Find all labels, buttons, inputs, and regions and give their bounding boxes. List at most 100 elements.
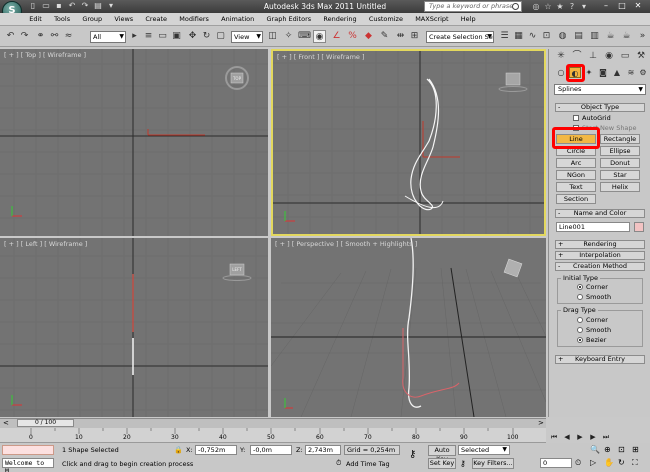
menu-animation[interactable]: Animation <box>216 13 259 26</box>
menu-edit[interactable]: Edit <box>24 13 47 26</box>
layer-manager-icon[interactable]: ☰ <box>498 30 511 43</box>
hierarchy-tab-icon[interactable]: ⊥ <box>587 50 599 62</box>
viewcube-top[interactable]: TOP <box>232 76 242 81</box>
select-object-icon[interactable]: ▸ <box>128 30 141 43</box>
redo-icon[interactable]: ↷ <box>18 30 31 43</box>
menu-customize[interactable]: Customize <box>364 13 408 26</box>
mirror-icon[interactable]: ⇹ <box>394 30 407 43</box>
go-to-end-icon[interactable]: ⏭ <box>600 432 612 443</box>
chevron-left-icon[interactable]: < <box>3 419 9 427</box>
maxscript-mini-listener[interactable]: Welcome to M. <box>2 458 54 472</box>
rendering-rollout[interactable]: + Rendering <box>555 240 645 249</box>
drag-smooth-radio[interactable]: Smooth <box>577 326 611 334</box>
maxscript-listener-pink[interactable] <box>2 445 54 455</box>
undo-icon[interactable]: ↶ <box>67 1 77 11</box>
z-coordinate-input[interactable]: 2,743m <box>305 445 341 455</box>
angle-snap-icon[interactable]: ∠ <box>330 30 343 43</box>
track-bar[interactable]: 0 10 20 30 40 50 60 70 80 90 100 <box>0 428 546 443</box>
menu-views[interactable]: Views <box>109 13 138 26</box>
keyboard-shortcut-override-icon[interactable]: ⌨ <box>298 30 311 43</box>
current-frame-input[interactable]: 0 <box>540 458 572 468</box>
helix-button[interactable]: Helix <box>600 182 640 192</box>
display-tab-icon[interactable]: ▭ <box>619 50 631 62</box>
create-tab-icon[interactable]: ✳ <box>555 50 567 62</box>
object-name-input[interactable]: Line001 <box>556 222 630 232</box>
menu-create[interactable]: Create <box>140 13 172 26</box>
dropdown-arrow-icon[interactable]: ▾ <box>106 1 116 11</box>
initial-smooth-radio[interactable]: Smooth <box>577 293 611 301</box>
modify-tab-icon[interactable]: ⌒ <box>571 50 583 62</box>
viewport-left[interactable]: [ + ] [ Left ] [ Wireframe ] LEFT <box>0 238 268 417</box>
rendered-frame-window-icon[interactable]: ▥ <box>588 30 601 43</box>
key-filters-button[interactable]: Key Filters... <box>472 458 514 469</box>
viewport-front[interactable]: [ + ] [ Front ] [ Wireframe ] <box>271 49 546 236</box>
menu-group[interactable]: Group <box>77 13 107 26</box>
ngon-button[interactable]: NGon <box>556 170 596 180</box>
menu-rendering[interactable]: Rendering <box>318 13 361 26</box>
project-folder-icon[interactable]: ▤ <box>93 1 103 11</box>
creation-method-rollout[interactable]: - Creation Method <box>555 262 645 271</box>
zoom-icon[interactable]: 🔍 <box>590 445 600 454</box>
menu-graph-editors[interactable]: Graph Editors <box>262 13 317 26</box>
snaps-toggle-icon[interactable]: ◉ <box>313 30 326 43</box>
material-editor-icon[interactable]: ◍ <box>556 30 569 43</box>
close-icon[interactable]: ✕ <box>630 0 646 12</box>
viewport-perspective[interactable]: [ + ] [ Perspective ] [ Smooth + Highlig… <box>271 238 546 417</box>
undo-icon[interactable]: ↶ <box>4 30 17 43</box>
unlink-icon[interactable]: ⚯ <box>48 30 61 43</box>
cameras-icon[interactable]: ◙ <box>597 67 609 78</box>
y-coordinate-input[interactable]: -0,0m <box>250 445 292 455</box>
selection-filter-dropdown[interactable]: All ▼ <box>90 31 126 43</box>
systems-icon[interactable]: ⚙ <box>637 67 649 78</box>
x-coordinate-input[interactable]: -0,752m <box>195 445 237 455</box>
field-of-view-icon[interactable]: ▷ <box>590 458 596 467</box>
pivot-center-icon[interactable]: ◫ <box>266 30 279 43</box>
lock-icon[interactable]: 🔒 <box>174 446 183 454</box>
select-and-link-icon[interactable]: ⚭ <box>34 30 47 43</box>
new-file-icon[interactable]: ▯ <box>28 1 38 11</box>
star-button[interactable]: Star <box>600 170 640 180</box>
rectangular-selection-icon[interactable]: ▭ <box>156 30 169 43</box>
initial-corner-radio[interactable]: Corner <box>577 283 608 291</box>
star-icon[interactable]: ☆ <box>542 1 554 12</box>
zoom-all-icon[interactable]: ⊕ <box>604 445 611 454</box>
viewcube-left[interactable]: LEFT <box>230 267 244 272</box>
percent-snap-icon[interactable]: % <box>346 30 359 43</box>
open-file-icon[interactable]: ▭ <box>41 1 51 11</box>
time-slider-track[interactable]: < > <box>0 418 546 428</box>
set-key-button[interactable]: Set Key <box>428 458 456 469</box>
auto-key-button[interactable]: Auto Key <box>428 445 456 463</box>
binoculars-icon[interactable]: ◎ <box>530 1 542 12</box>
rectangle-button[interactable]: Rectangle <box>600 134 640 144</box>
add-time-tag-button[interactable]: Add Time Tag <box>346 459 390 469</box>
spinner-snap-icon[interactable]: ◆ <box>362 30 375 43</box>
maximize-viewport-icon[interactable]: ⛶ <box>632 458 638 468</box>
menu-help[interactable]: Help <box>456 13 481 26</box>
key-mode-dropdown[interactable]: Selected ▼ <box>458 445 510 455</box>
render-production-icon[interactable]: ☕ <box>604 30 617 43</box>
select-and-move-icon[interactable]: ✥ <box>186 30 199 43</box>
motion-tab-icon[interactable]: ◉ <box>603 50 615 62</box>
object-color-swatch[interactable] <box>634 222 644 232</box>
arc-button[interactable]: Arc <box>556 158 596 168</box>
edit-named-selection-icon[interactable]: ✎ <box>378 30 391 43</box>
section-button[interactable]: Section <box>556 194 596 204</box>
viewport-top[interactable]: [ + ] [ Top ] [ Wireframe ] TOP <box>0 49 268 236</box>
select-by-name-icon[interactable]: ≡ <box>142 30 155 43</box>
favorites-icon[interactable]: ★ <box>554 1 566 12</box>
select-and-scale-icon[interactable]: ▢ <box>214 30 227 43</box>
bind-to-space-warp-icon[interactable]: ≈ <box>62 30 75 43</box>
menu-tools[interactable]: Tools <box>49 13 75 26</box>
viewport-label[interactable]: [ + ] [ Front ] [ Wireframe ] <box>277 53 365 61</box>
curve-editor-icon[interactable]: ∿ <box>526 30 539 43</box>
viewport-label[interactable]: [ + ] [ Top ] [ Wireframe ] <box>4 51 86 59</box>
time-slider[interactable]: 0 / 100 <box>17 419 74 427</box>
go-to-start-icon[interactable]: ⏮ <box>548 432 560 443</box>
select-and-manipulate-icon[interactable]: ✧ <box>282 30 295 43</box>
time-configuration-icon[interactable]: ⏲ <box>575 458 581 468</box>
helpers-icon[interactable]: ▲ <box>611 67 623 78</box>
interpolation-rollout[interactable]: + Interpolation <box>555 251 645 260</box>
minimize-icon[interactable]: – <box>598 0 614 12</box>
orbit-icon[interactable]: ↻ <box>618 458 625 467</box>
align-icon[interactable]: ⊞ <box>408 30 421 43</box>
